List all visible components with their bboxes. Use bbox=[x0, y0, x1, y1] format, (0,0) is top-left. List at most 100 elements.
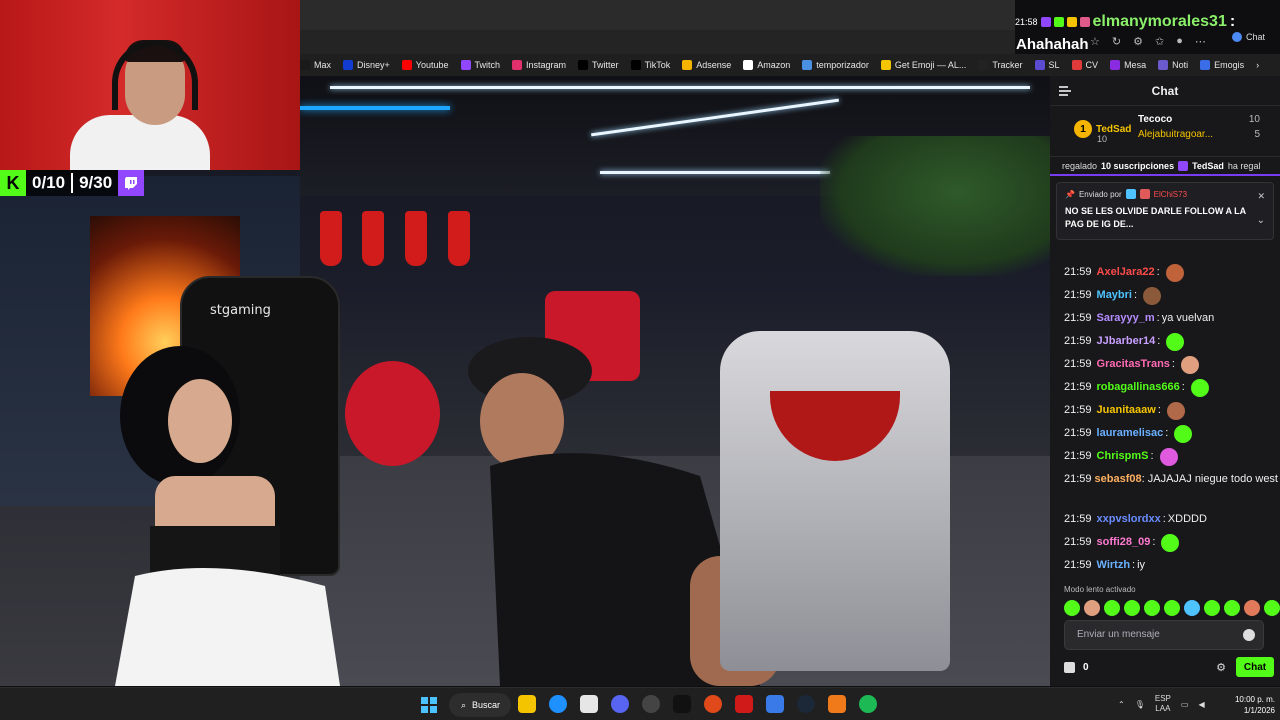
message-username[interactable]: sebasf08 bbox=[1095, 473, 1142, 485]
emote-icon[interactable] bbox=[1144, 600, 1160, 616]
chevron-down-icon[interactable]: ⌄ bbox=[1257, 215, 1265, 226]
chrome-icon[interactable] bbox=[642, 695, 660, 713]
send-chat-button[interactable]: Chat bbox=[1236, 657, 1274, 677]
app-icon[interactable] bbox=[580, 695, 598, 713]
message-username[interactable]: soffi28_09 bbox=[1097, 531, 1151, 554]
top-gifter[interactable]: TedSad bbox=[1096, 124, 1131, 135]
bookmark-item[interactable]: Twitch bbox=[460, 60, 500, 70]
chat-input[interactable]: Enviar un mensaje bbox=[1064, 620, 1264, 650]
chat-message[interactable]: 21:59 lauramelisac: bbox=[1064, 422, 1280, 445]
bookmark-item[interactable]: Instagram bbox=[512, 60, 566, 70]
app-icon[interactable] bbox=[766, 695, 784, 713]
app-icon[interactable] bbox=[828, 695, 846, 713]
app-icon[interactable] bbox=[704, 695, 722, 713]
chat-message[interactable]: 21:59 JJbarber14: bbox=[1064, 330, 1280, 353]
monitor-icon[interactable]: ▭ bbox=[1181, 700, 1189, 709]
bookmark-item[interactable]: TikTok bbox=[630, 60, 670, 70]
bookmark-item[interactable]: Noti bbox=[1158, 60, 1188, 70]
message-username[interactable]: JJbarber14 bbox=[1097, 330, 1156, 353]
extensions-icon[interactable]: ⚙ bbox=[1133, 35, 1143, 48]
bookmark-item[interactable]: Emogis bbox=[1200, 60, 1244, 70]
chat-message[interactable]: 21:59 GracitasTrans: bbox=[1064, 353, 1280, 376]
leaderboard-row[interactable]: Alejabuitragoar... 5 bbox=[1138, 127, 1278, 142]
app-icon[interactable] bbox=[735, 695, 753, 713]
gear-icon[interactable]: ⚙ bbox=[1216, 661, 1226, 674]
chat-message[interactable]: 21:59 Sarayyy_m: ya vuelvan bbox=[1064, 307, 1280, 330]
epic-games-icon[interactable] bbox=[673, 695, 691, 713]
menu-icon[interactable]: ⋯ bbox=[1195, 35, 1206, 48]
star-icon[interactable]: ☆ bbox=[1090, 35, 1100, 48]
message-username[interactable]: lauramelisac bbox=[1097, 422, 1164, 445]
chevron-right-icon[interactable]: › bbox=[1256, 60, 1259, 70]
bookmark-item[interactable]: Amazon bbox=[743, 60, 790, 70]
chat-message[interactable]: 21:59 ChrispmS: bbox=[1064, 445, 1280, 468]
chat-message[interactable]: 21:59 robagallinas666: bbox=[1064, 376, 1280, 399]
emote-icon[interactable] bbox=[1184, 600, 1200, 616]
profile-icon[interactable]: ● bbox=[1176, 35, 1183, 47]
emote-icon[interactable] bbox=[1264, 600, 1280, 616]
chat-message[interactable]: 21:59 Maybri: bbox=[1064, 284, 1280, 307]
message-username[interactable]: xxpvslordxx bbox=[1097, 508, 1161, 531]
chat-message[interactable]: 21:59 Wirtzh: iy bbox=[1064, 554, 1280, 577]
chat-message[interactable]: 21:59 soffi28_09: bbox=[1064, 531, 1280, 554]
bookmark-item[interactable]: CV bbox=[1071, 60, 1098, 70]
message-username[interactable]: Juanitaaaw bbox=[1097, 399, 1156, 422]
message-username[interactable]: Maybri bbox=[1097, 284, 1132, 307]
pinned-author[interactable]: ElChiS73 bbox=[1154, 190, 1187, 199]
message-username[interactable]: robagallinas666 bbox=[1097, 376, 1180, 399]
spotify-icon[interactable] bbox=[859, 695, 877, 713]
chat-message[interactable]: 21:59 sebasf08: JAJAJAJ niegue todo west bbox=[1064, 468, 1280, 508]
bookmark-item[interactable]: Get Emoji — AL... bbox=[880, 60, 966, 70]
steam-icon[interactable] bbox=[797, 695, 815, 713]
bookmark-item[interactable]: Adsense bbox=[682, 60, 731, 70]
chevron-up-icon[interactable]: ⌃ bbox=[1118, 700, 1125, 709]
microphone-icon[interactable]: 🎙 bbox=[1135, 700, 1145, 709]
refresh-icon[interactable]: ↻ bbox=[1112, 35, 1121, 48]
message-username[interactable]: AxelJara22 bbox=[1097, 261, 1155, 284]
emote-icon[interactable] bbox=[1204, 600, 1220, 616]
unpin-icon[interactable]: ✕ bbox=[1257, 191, 1265, 202]
emote-icon[interactable] bbox=[1124, 600, 1140, 616]
bookmark-item[interactable]: Tracker bbox=[978, 60, 1023, 70]
chat-message[interactable]: 21:59 AxelJara22: bbox=[1064, 261, 1280, 284]
language-indicator[interactable]: ESP LAA bbox=[1155, 694, 1171, 714]
bookmark-icon[interactable]: ✩ bbox=[1155, 35, 1164, 48]
emote-icon[interactable] bbox=[1064, 600, 1080, 616]
bookmark-item[interactable]: Twitter bbox=[578, 60, 619, 70]
chat-message[interactable]: 21:59 Juanitaaaw: bbox=[1064, 399, 1280, 422]
taskbar-search[interactable]: ⌕ Buscar bbox=[449, 693, 511, 717]
leaderboard-row[interactable]: Tecoco 10 bbox=[1138, 112, 1278, 127]
emote-icon[interactable] bbox=[1164, 600, 1180, 616]
bookmark-label: Youtube bbox=[415, 60, 449, 70]
speaker-icon[interactable]: ◀ bbox=[1198, 700, 1204, 709]
bookmark-icon bbox=[1110, 60, 1121, 70]
message-username[interactable]: Sarayyy_m bbox=[1097, 307, 1155, 330]
file-explorer-icon[interactable] bbox=[518, 695, 536, 713]
windows-start-icon[interactable] bbox=[421, 697, 437, 713]
emoji-picker-icon[interactable] bbox=[1243, 629, 1255, 641]
message-username[interactable]: ChrispmS bbox=[1097, 445, 1149, 468]
emote-icon[interactable] bbox=[1084, 600, 1100, 616]
emote-icon[interactable] bbox=[1224, 600, 1240, 616]
bookmark-item[interactable]: Disney+ bbox=[343, 60, 390, 70]
bookmark-item[interactable]: Mesa bbox=[1110, 60, 1146, 70]
pinned-message[interactable]: 📌 Enviado por ElChiS73 NO SE LES OLVIDE … bbox=[1056, 182, 1274, 240]
chat-tab-button[interactable]: Chat bbox=[1232, 32, 1265, 42]
bookmark-item[interactable]: temporizador bbox=[802, 60, 869, 70]
bookmark-item[interactable]: Max bbox=[300, 60, 331, 70]
discord-icon[interactable] bbox=[611, 695, 629, 713]
emote-icon[interactable] bbox=[1104, 600, 1120, 616]
bookmark-icon bbox=[682, 60, 693, 70]
channel-points[interactable]: 0 bbox=[1064, 661, 1089, 673]
chat-message[interactable]: 21:59 xxpvslordxx: XDDDD bbox=[1064, 508, 1280, 531]
alert-username[interactable]: elmanymorales31 bbox=[1093, 13, 1227, 31]
collapse-chat-icon[interactable] bbox=[1058, 84, 1072, 98]
christmas-garland bbox=[820, 136, 1050, 276]
bookmark-item[interactable]: SL bbox=[1034, 60, 1060, 70]
bookmark-item[interactable]: Youtube bbox=[401, 60, 449, 70]
message-username[interactable]: GracitasTrans bbox=[1097, 353, 1170, 376]
emote-icon[interactable] bbox=[1244, 600, 1260, 616]
message-username[interactable]: Wirtzh bbox=[1097, 554, 1131, 577]
edge-icon[interactable] bbox=[549, 695, 567, 713]
system-clock[interactable]: 10:00 p. m. 1/1/2026 bbox=[1225, 694, 1275, 716]
